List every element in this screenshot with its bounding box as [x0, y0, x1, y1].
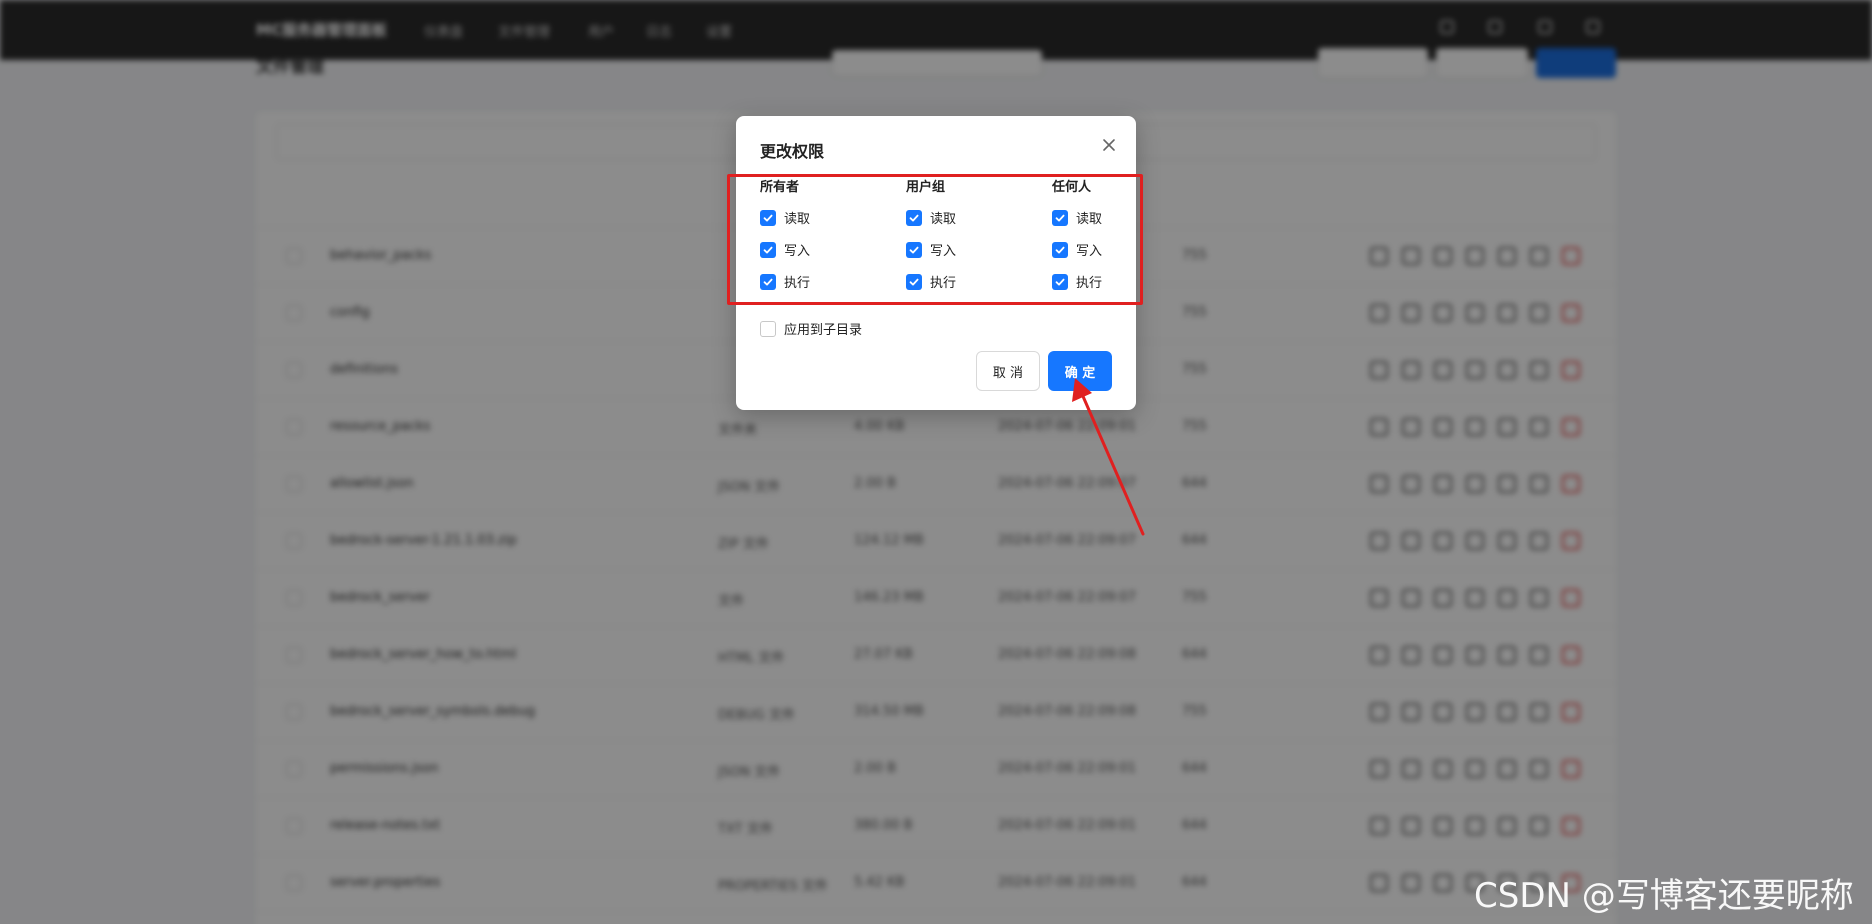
annotation-arrow: [1072, 378, 1145, 536]
watermark: CSDN @写博客还要昵称: [1474, 876, 1854, 916]
